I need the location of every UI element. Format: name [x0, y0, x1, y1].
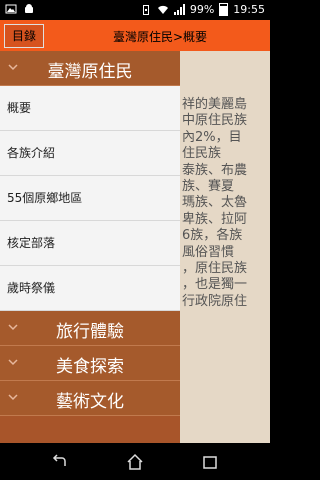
system-nav-bar [0, 443, 270, 480]
notification-icons [5, 3, 35, 15]
app-bar: 目錄 臺灣原住民>概要 [0, 20, 270, 51]
drawer-sublist: 概要 各族介紹 55個原鄉地區 核定部落 歲時祭儀 [0, 86, 180, 311]
back-icon[interactable] [50, 452, 70, 472]
battery-percent: 99% [189, 3, 215, 16]
vibrate-icon [142, 4, 149, 15]
drawer-category-food[interactable]: 美食探索 [0, 346, 180, 381]
recent-apps-icon[interactable] [200, 452, 220, 472]
drawer-item-tribal-communities[interactable]: 核定部落 [0, 221, 180, 266]
image-notification-icon [5, 4, 17, 14]
navigation-drawer: 臺灣原住民 概要 各族介紹 55個原鄉地區 核定部落 歲時祭儀 旅行體驗 美食探… [0, 51, 180, 443]
battery-icon [219, 3, 229, 16]
android-debug-icon [25, 4, 33, 13]
drawer-item-festivals[interactable]: 歲時祭儀 [0, 266, 180, 311]
drawer-item-overview[interactable]: 概要 [0, 86, 180, 131]
drawer-item-tribes[interactable]: 各族介紹 [0, 131, 180, 176]
drawer-category-travel[interactable]: 旅行體驗 [0, 311, 180, 346]
home-icon[interactable] [125, 452, 145, 472]
system-icons: 99% 19:55 [140, 3, 265, 16]
drawer-category-label: 美食探索 [56, 357, 124, 377]
drawer-category-label: 旅行體驗 [56, 322, 124, 342]
drawer-item-townships[interactable]: 55個原鄉地區 [0, 176, 180, 221]
page-title: 臺灣原住民>概要 [112, 30, 208, 44]
signal-icon [173, 4, 185, 15]
clock: 19:55 [233, 3, 265, 16]
drawer-category-label: 臺灣原住民 [47, 62, 133, 82]
status-bar: 99% 19:55 [0, 0, 270, 20]
menu-button[interactable]: 目錄 [4, 24, 44, 48]
drawer-category-label: 藝術文化 [56, 392, 124, 412]
drawer-category-arts[interactable]: 藝術文化 [0, 381, 180, 416]
article-text: 祥的美麗島 中原住民族 內2%，目 住民族 泰族、布農 族、賽夏 瑪族、太魯 卑… [182, 97, 248, 309]
drawer-category-taiwan-indigenous[interactable]: 臺灣原住民 [0, 51, 180, 86]
wifi-icon [157, 5, 168, 14]
